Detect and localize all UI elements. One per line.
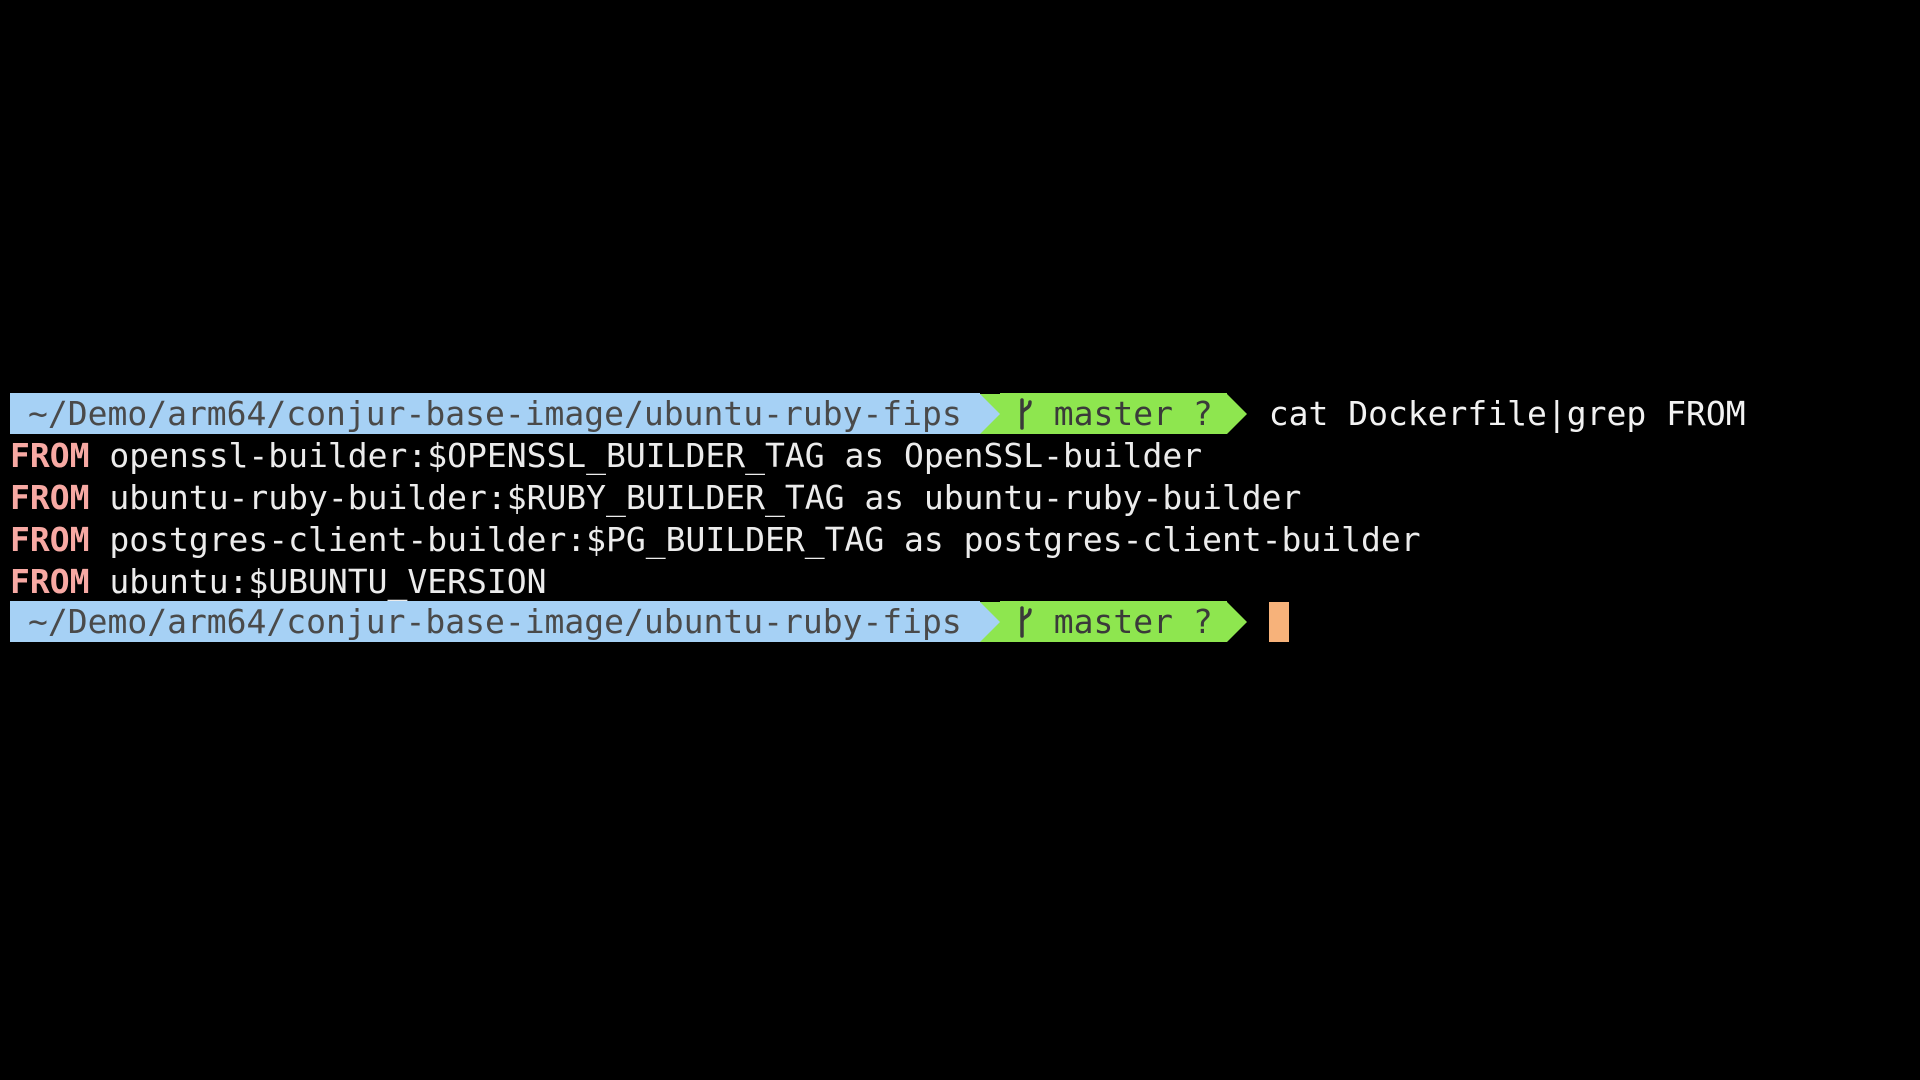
output-text: ubuntu:$UBUNTU_VERSION xyxy=(89,562,547,601)
output-line: FROM ubuntu:$UBUNTU_VERSION xyxy=(10,561,546,602)
output-keyword: FROM xyxy=(10,520,90,559)
prompt-separator-arrow xyxy=(979,393,1000,434)
prompt-git-segment: master ? xyxy=(999,601,1227,642)
prompt-line-2: ~/Demo/arm64/conjur-base-image/ubuntu-ru… xyxy=(10,601,1289,642)
prompt-branch: master ? xyxy=(1053,602,1213,641)
git-branch-icon xyxy=(1020,605,1032,638)
output-line: FROM ubuntu-ruby-builder:$RUBY_BUILDER_T… xyxy=(10,477,1301,518)
output-line: FROM openssl-builder:$OPENSSL_BUILDER_TA… xyxy=(10,435,1202,476)
output-keyword: FROM xyxy=(10,562,90,601)
prompt-end-arrow xyxy=(1226,601,1247,642)
prompt-line-1: ~/Demo/arm64/conjur-base-image/ubuntu-ru… xyxy=(10,393,1746,434)
prompt-git-segment: master ? xyxy=(999,393,1227,434)
output-keyword: FROM xyxy=(10,478,90,517)
terminal-window[interactable]: ~/Demo/arm64/conjur-base-image/ubuntu-ru… xyxy=(0,0,1920,1080)
output-text: openssl-builder:$OPENSSL_BUILDER_TAG as … xyxy=(89,436,1203,475)
prompt-branch: master ? xyxy=(1053,394,1213,433)
prompt-separator-arrow xyxy=(979,601,1000,642)
prompt-end-arrow xyxy=(1226,393,1247,434)
output-text: ubuntu-ruby-builder:$RUBY_BUILDER_TAG as… xyxy=(89,478,1302,517)
output-line: FROM postgres-client-builder:$PG_BUILDER… xyxy=(10,519,1421,560)
output-keyword: FROM xyxy=(10,436,90,475)
output-text: postgres-client-builder:$PG_BUILDER_TAG … xyxy=(89,520,1421,559)
prompt-path: ~/Demo/arm64/conjur-base-image/ubuntu-ru… xyxy=(10,601,980,642)
typed-command: cat Dockerfile|grep FROM xyxy=(1268,394,1746,433)
prompt-path: ~/Demo/arm64/conjur-base-image/ubuntu-ru… xyxy=(10,393,980,434)
terminal-cursor[interactable] xyxy=(1268,601,1289,642)
git-branch-icon xyxy=(1020,397,1032,430)
